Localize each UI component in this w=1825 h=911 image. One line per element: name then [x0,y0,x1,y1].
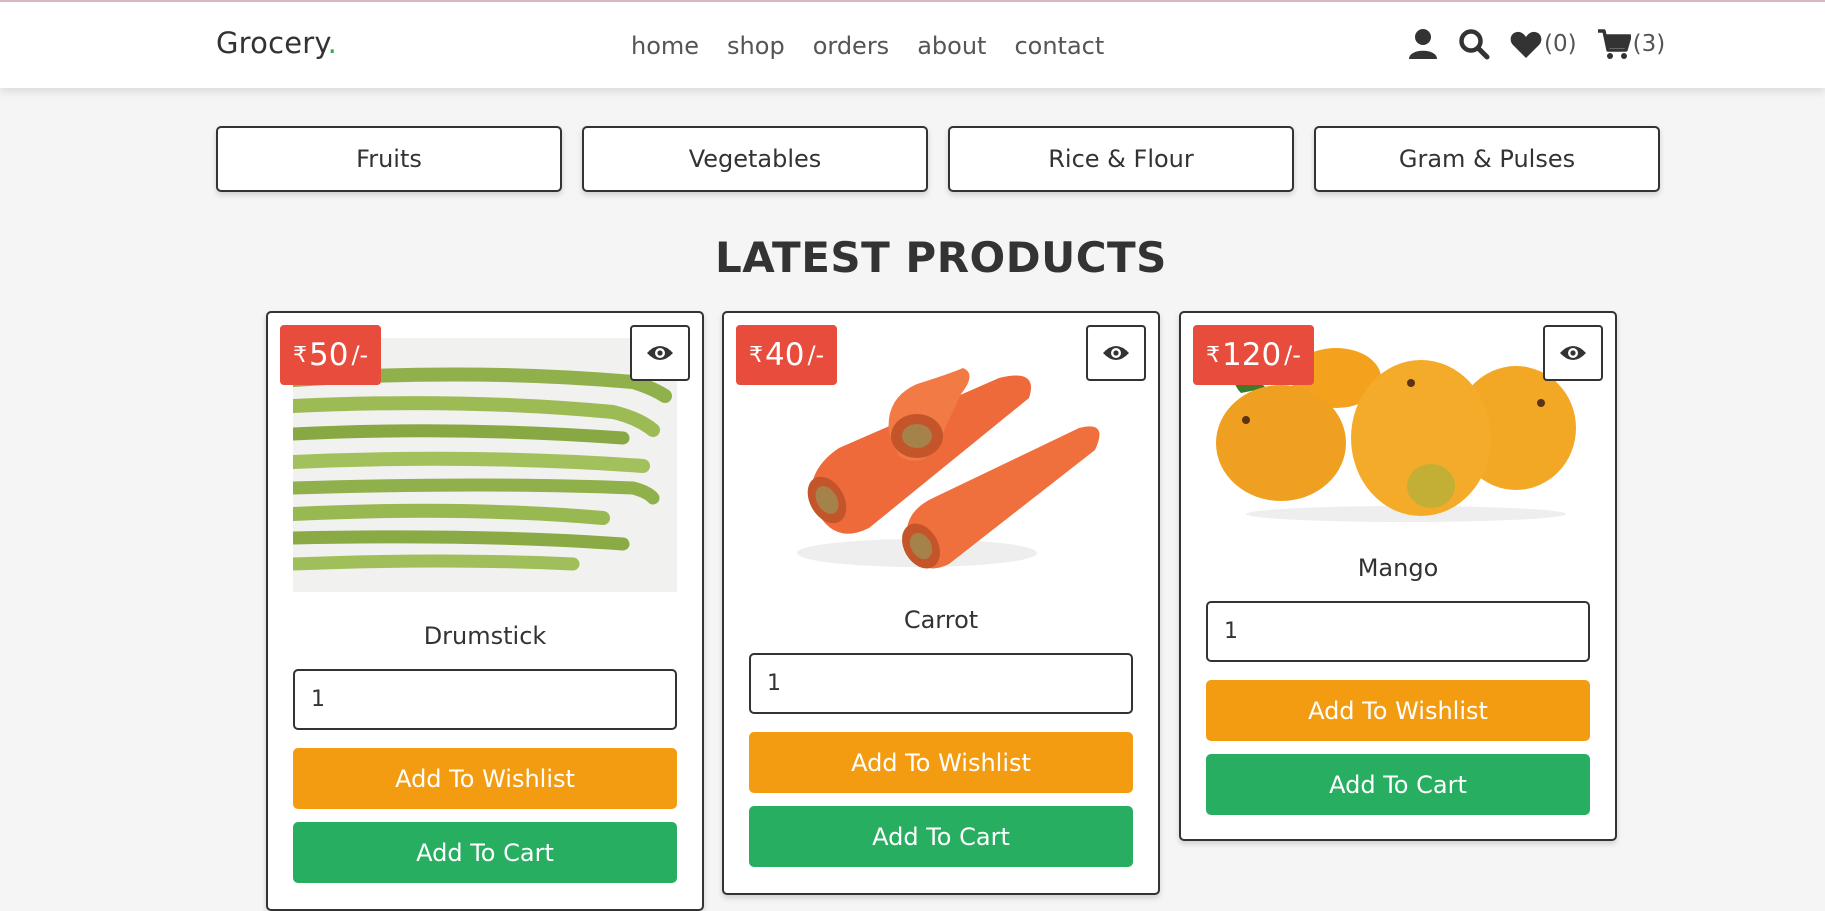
header: Grocery. home shop orders about contact … [0,0,1825,88]
category-fruits[interactable]: Fruits [216,126,562,192]
user-icon[interactable] [1408,28,1438,60]
price-badge: ₹ 50 /- [280,325,382,385]
currency-symbol: ₹ [749,342,763,368]
quick-view-button[interactable] [1086,325,1146,381]
eye-icon [1560,346,1586,360]
price-value: 40 [765,337,805,373]
nav-home[interactable]: home [631,30,699,62]
logo[interactable]: Grocery. [216,26,337,60]
currency-symbol: ₹ [1206,342,1220,368]
product-card: ₹ 40 /- Carrot Add To Wishlist Add To Ca… [722,311,1160,895]
add-to-wishlist-button[interactable]: Add To Wishlist [1206,680,1590,741]
cart-link[interactable]: (3) [1597,28,1666,60]
category-gram-pulses[interactable]: Gram & Pulses [1314,126,1660,192]
price-suffix: /- [1284,341,1301,369]
add-to-cart-button[interactable]: Add To Cart [293,822,677,883]
add-to-wishlist-button[interactable]: Add To Wishlist [749,732,1133,793]
quick-view-button[interactable] [630,325,690,381]
price-value: 50 [309,337,349,373]
price-suffix: /- [807,341,825,369]
product-card: ₹ 120 /- Mango Add To Wishlist Add To Ca… [1179,311,1617,841]
price-badge: ₹ 40 /- [736,325,838,385]
product-name: Drumstick [423,622,547,650]
quick-view-button[interactable] [1543,325,1603,381]
section-title: LATEST PRODUCTS [715,233,1167,282]
quantity-input[interactable] [1206,601,1590,662]
category-bar: Fruits Vegetables Rice & Flour Gram & Pu… [216,126,1660,192]
product-card: ₹ 50 /- Drumstick Add To Wishlist Add To… [266,311,704,911]
header-icons: (0) (3) [1408,28,1685,60]
quantity-input[interactable] [749,653,1133,714]
price-badge: ₹ 120 /- [1193,325,1314,385]
quantity-input[interactable] [293,669,677,730]
cart-icon [1597,28,1631,59]
category-rice-flour[interactable]: Rice & Flour [948,126,1294,192]
wishlist-count: (0) [1544,31,1577,57]
heart-icon [1510,31,1542,58]
add-to-wishlist-button[interactable]: Add To Wishlist [293,748,677,809]
add-to-cart-button[interactable]: Add To Cart [749,806,1133,867]
product-name: Carrot [903,606,979,634]
price-value: 120 [1222,337,1282,373]
nav-about[interactable]: about [917,30,986,62]
eye-icon [1103,346,1129,360]
currency-symbol: ₹ [293,342,307,368]
main-nav: home shop orders about contact [631,30,1132,62]
search-icon[interactable] [1458,28,1490,60]
price-suffix: /- [351,341,369,369]
nav-shop[interactable]: shop [727,30,785,62]
eye-icon [647,346,673,360]
add-to-cart-button[interactable]: Add To Cart [1206,754,1590,815]
wishlist-link[interactable]: (0) [1510,30,1577,59]
cart-count: (3) [1632,31,1666,57]
nav-orders[interactable]: orders [813,30,890,62]
category-vegetables[interactable]: Vegetables [582,126,928,192]
logo-text: Grocery [216,26,328,60]
logo-dot: . [327,26,338,60]
nav-contact[interactable]: contact [1014,30,1104,62]
product-name: Mango [1357,554,1439,582]
